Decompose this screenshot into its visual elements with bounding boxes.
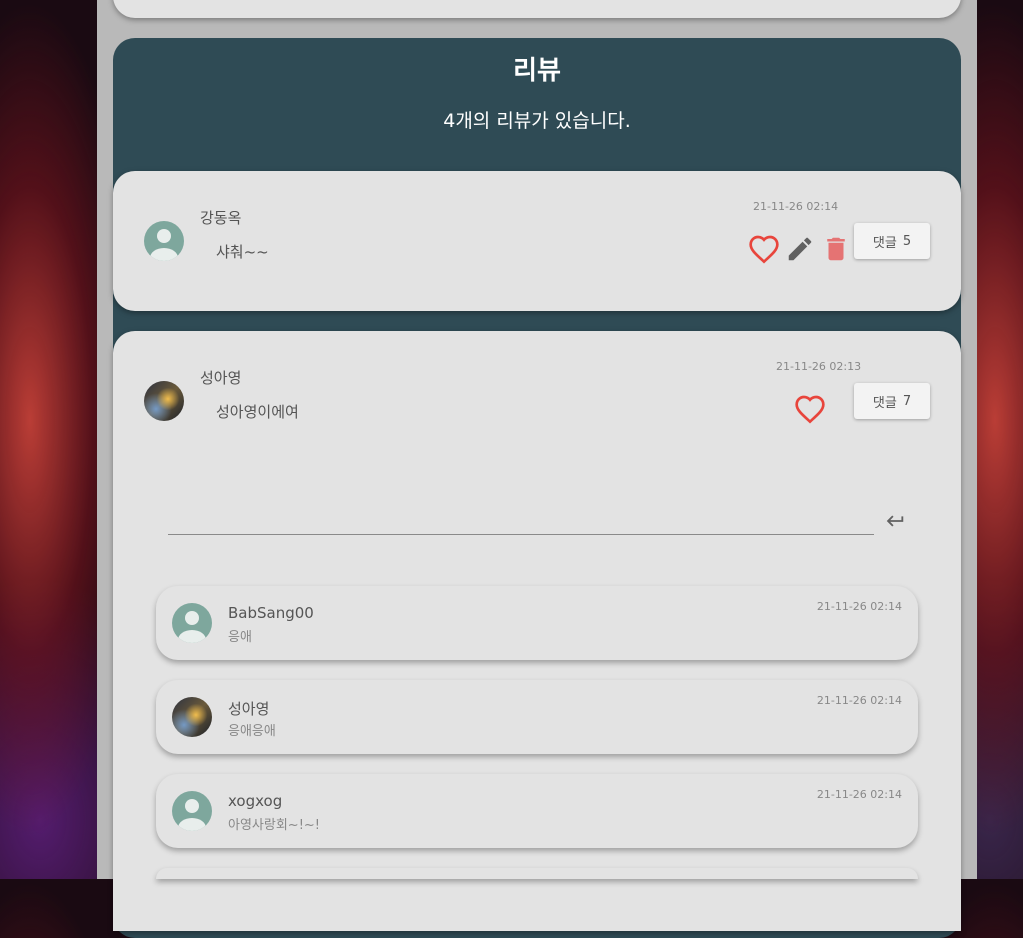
comment-text: 응애응애 xyxy=(228,724,276,739)
comment-author: BabSang00 xyxy=(228,604,314,622)
comment-author: xogxog xyxy=(228,792,283,810)
avatar xyxy=(144,381,184,421)
avatar xyxy=(172,697,212,737)
previous-card xyxy=(113,0,961,18)
reply-label: 댓글 xyxy=(872,395,897,411)
review-timestamp: 21-11-26 02:14 xyxy=(753,200,839,213)
review-card: 강동옥 샤춰~~ 21-11-26 02:14 댓글 5 xyxy=(113,171,961,311)
heart-outline-icon[interactable] xyxy=(748,234,780,264)
review-content: 샤춰~~ xyxy=(216,243,269,261)
comment-item xyxy=(156,868,918,879)
comment-timestamp: 21-11-26 02:14 xyxy=(816,694,902,707)
comment-item: xogxog 아영사랑회~!~! 21-11-26 02:14 xyxy=(156,774,918,848)
review-count-text: 4개의 리뷰가 있습니다. xyxy=(443,110,631,132)
avatar xyxy=(172,603,212,643)
review-author: 강동옥 xyxy=(200,209,242,227)
comment-timestamp: 21-11-26 02:14 xyxy=(816,788,902,801)
comment-text: 응애 xyxy=(228,630,252,645)
reply-button[interactable]: 댓글 7 xyxy=(854,383,930,419)
heart-outline-icon[interactable] xyxy=(794,394,826,424)
review-content: 성아영이에여 xyxy=(216,403,299,421)
trash-icon[interactable] xyxy=(821,233,851,265)
reply-input[interactable] xyxy=(168,510,874,535)
enter-icon[interactable] xyxy=(884,510,906,532)
comment-text: 아영사랑회~!~! xyxy=(228,818,321,833)
review-timestamp: 21-11-26 02:13 xyxy=(776,360,862,373)
avatar xyxy=(172,791,212,831)
reply-count: 5 xyxy=(902,233,912,249)
pencil-icon[interactable] xyxy=(785,234,815,264)
comment-timestamp: 21-11-26 02:14 xyxy=(816,600,902,613)
review-author: 성아영 xyxy=(200,369,242,387)
avatar xyxy=(144,221,184,261)
reply-button[interactable]: 댓글 5 xyxy=(854,223,930,259)
comment-author: 성아영 xyxy=(228,700,270,718)
reply-count: 7 xyxy=(902,393,912,409)
comment-item: BabSang00 응애 21-11-26 02:14 xyxy=(156,586,918,660)
reply-label: 댓글 xyxy=(872,235,897,251)
comment-item: 성아영 응애응애 21-11-26 02:14 xyxy=(156,680,918,754)
section-title: 리뷰 xyxy=(513,56,561,86)
